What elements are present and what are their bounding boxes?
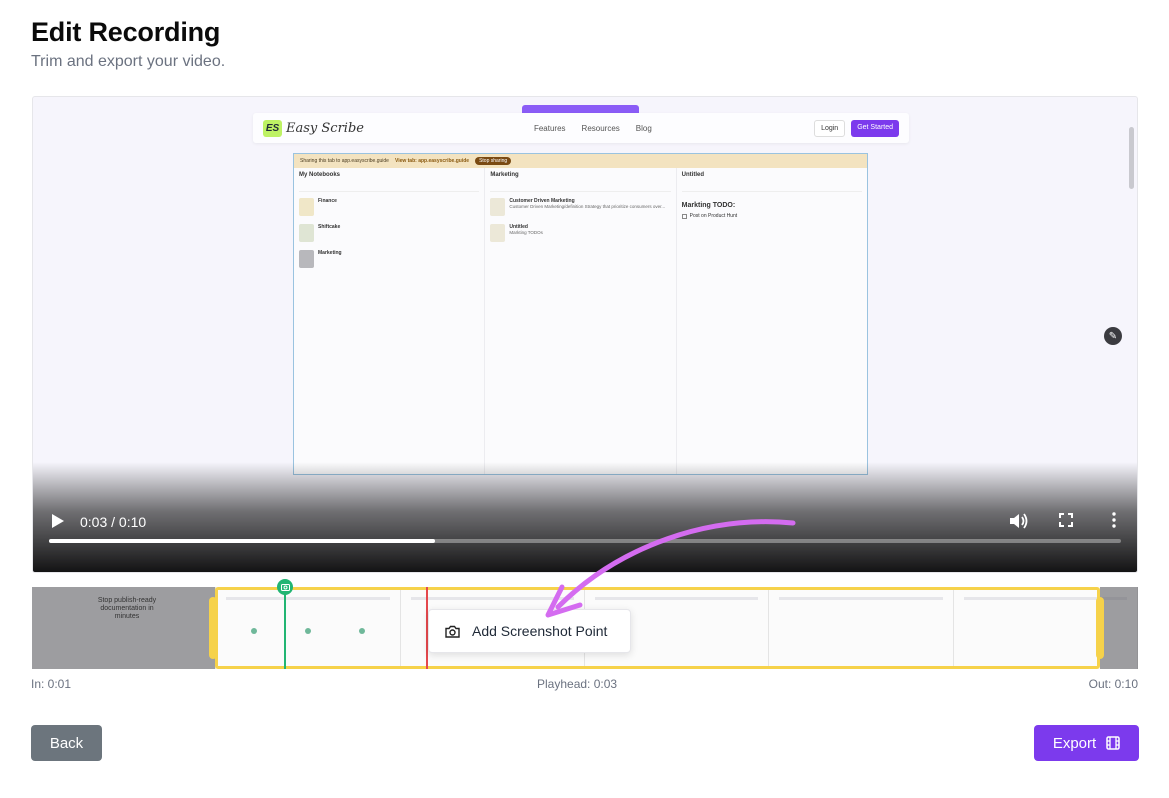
checkbox-icon: [681, 213, 687, 219]
more-options-icon[interactable]: [1110, 512, 1118, 528]
marketing-header: Marketing: [490, 172, 519, 178]
trimmed-region-end: [1100, 587, 1138, 669]
video-player[interactable]: ES Easy Scribe Features Resources Blog L…: [32, 96, 1138, 573]
list-item: Untitled Markting TODOs: [490, 224, 670, 242]
back-button[interactable]: Back: [31, 725, 102, 761]
context-menu-label: Add Screenshot Point: [472, 623, 608, 639]
export-button[interactable]: Export: [1034, 725, 1139, 761]
nav-link-blog: Blog: [635, 123, 652, 133]
notebooks-header: My Notebooks: [299, 172, 341, 178]
site-navbar: ES Easy Scribe Features Resources Blog L…: [253, 113, 909, 143]
note-thumbnail: [490, 198, 506, 216]
player-scrollbar[interactable]: [1129, 127, 1134, 189]
film-icon: [1106, 736, 1120, 750]
recorded-app-window: Sharing this tab to app.easyscribe.guide…: [293, 153, 868, 475]
nav-link-resources: Resources: [581, 123, 620, 133]
banner-text: Sharing this tab to app.easyscribe.guide: [300, 158, 389, 164]
back-button-label: Back: [49, 734, 84, 752]
annotation-arrow: [545, 519, 796, 618]
doc-item-text: Post on Product Hunt: [689, 213, 738, 219]
note-snippet: Customer Driven Marketing/definition Str…: [509, 204, 666, 209]
camera-icon: [280, 584, 290, 591]
video-frame: ES Easy Scribe Features Resources Blog L…: [253, 105, 913, 485]
time-display: 0:03 / 0:10: [80, 514, 147, 530]
nav-link-features: Features: [533, 123, 566, 133]
note-thumbnail: [490, 224, 506, 242]
marketing-search: [490, 184, 671, 192]
play-icon[interactable]: [51, 513, 65, 529]
pencil-icon[interactable]: ✎: [1104, 327, 1122, 345]
trimmed-region-start: Stop publish-ready documentation in minu…: [32, 587, 215, 669]
video-progress-fill: [49, 539, 435, 543]
list-item: Finance: [299, 198, 479, 216]
trim-handle-start[interactable]: [209, 597, 217, 659]
recording-tab-indicator: [522, 105, 639, 113]
notebook-title: Marketing: [318, 250, 342, 256]
editor-toolbar: [681, 184, 862, 192]
playhead-label: Playhead: 0:03: [537, 677, 618, 691]
logo-name: Easy Scribe: [286, 120, 364, 136]
doc-checklist-item: Post on Product Hunt: [681, 213, 862, 219]
notebook-thumbnail: [299, 250, 314, 268]
banner-link: View tab: app.easyscribe.guide: [394, 158, 470, 164]
camera-icon: [445, 625, 460, 638]
page-title: Edit Recording: [31, 17, 221, 47]
marketing-column: Marketing Customer Driven Marketing Cust…: [485, 168, 677, 474]
volume-icon[interactable]: [1009, 512, 1029, 530]
notebooks-column: My Notebooks Finance Shiftcake Marketing: [294, 168, 486, 474]
notebook-title: Shiftcake: [318, 224, 341, 230]
editor-column: Untitled Markting TODO: Post on Product …: [677, 168, 867, 474]
notebook-thumbnail: [299, 198, 314, 216]
notebook-thumbnail: [299, 224, 314, 242]
fullscreen-icon[interactable]: [1059, 513, 1073, 527]
notebook-title: Finance: [318, 198, 337, 204]
trim-handle-end[interactable]: [1096, 597, 1104, 659]
note-snippet: Markting TODOs: [509, 230, 543, 235]
banner-stop-button: Stop sharing: [475, 157, 512, 165]
list-item: Marketing: [299, 250, 479, 268]
list-item: Shiftcake: [299, 224, 479, 242]
site-nav-links: Features Resources Blog: [534, 124, 652, 133]
site-get-started-button: Get Started: [851, 119, 899, 137]
list-item: Customer Driven Marketing Customer Drive…: [490, 198, 670, 216]
site-login-button: Login: [814, 119, 846, 137]
notebooks-search: [299, 184, 480, 192]
out-point-label: Out: 0:10: [1088, 677, 1138, 691]
export-button-label: Export: [1052, 734, 1097, 752]
frame-preview-text: Stop publish-ready documentation in minu…: [97, 597, 157, 620]
screenshot-point-marker[interactable]: [277, 579, 293, 595]
doc-title: Markting TODO:: [681, 202, 736, 209]
screenshot-point-line: [284, 587, 286, 669]
logo-mark: ES: [263, 119, 282, 137]
page-subtitle: Trim and export your video.: [31, 53, 226, 70]
editor-header: Untitled: [681, 172, 704, 178]
sharing-banner: Sharing this tab to app.easyscribe.guide…: [294, 154, 867, 168]
in-point-label: In: 0:01: [31, 677, 72, 691]
